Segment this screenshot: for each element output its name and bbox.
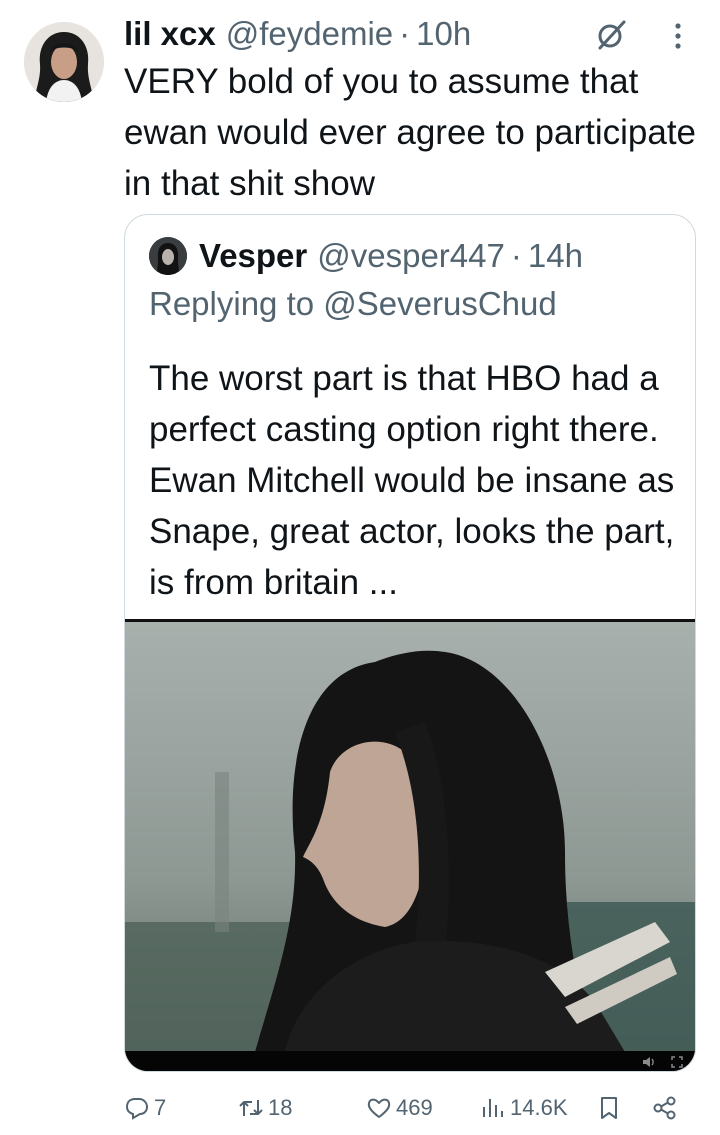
quoted-separator-dot: ·: [510, 237, 522, 274]
like-button[interactable]: 469: [366, 1088, 433, 1128]
author-avatar[interactable]: [24, 22, 104, 102]
bookmark-icon: [601, 1097, 617, 1119]
reply-icon: [125, 1098, 149, 1120]
author-avatar-image: [24, 22, 104, 102]
quoted-tweet-timestamp[interactable]: 14h: [528, 237, 583, 275]
quoted-tweet-text: The worst part is that HBO had a perfect…: [149, 359, 675, 602]
quoted-tweet-video[interactable]: [125, 619, 695, 1071]
like-count: 469: [396, 1095, 433, 1120]
brand-icon[interactable]: [594, 18, 628, 52]
share-icon: [653, 1096, 676, 1120]
reply-count: 7: [154, 1095, 167, 1120]
share-button[interactable]: [652, 1088, 678, 1128]
quoted-tweet-card[interactable]: Vesper @vesper447 · 14h Replying to @Sev…: [124, 214, 696, 1072]
tweet-timestamp[interactable]: 10h: [416, 15, 471, 53]
separator-dot: ·: [399, 15, 411, 52]
author-display-name[interactable]: lil xcx: [124, 15, 216, 53]
video-controls-bar: [125, 1051, 695, 1071]
more-icon[interactable]: [666, 20, 690, 52]
quoted-author-avatar[interactable]: [149, 237, 187, 275]
views-icon: [483, 1099, 503, 1117]
replying-to-label[interactable]: Replying to @SeverusChud: [149, 285, 557, 323]
repost-icon: [239, 1100, 263, 1116]
volume-icon[interactable]: [641, 1054, 657, 1070]
like-icon: [367, 1098, 391, 1118]
tweet-text: VERY bold of you to assume that ewan wou…: [124, 62, 697, 203]
quoted-tweet-header: Vesper @vesper447 · 14h: [199, 233, 583, 279]
tweet-header: lil xcx @feydemie · 10h: [124, 12, 471, 56]
quoted-author-avatar-image: [149, 237, 187, 275]
bookmark-button[interactable]: [596, 1088, 622, 1128]
fullscreen-icon[interactable]: [669, 1054, 685, 1070]
repost-button[interactable]: 18: [238, 1088, 292, 1128]
quoted-author-handle[interactable]: @vesper447: [317, 237, 505, 275]
tweet-action-bar: 7 18 469 14.6K: [124, 1088, 696, 1128]
views-count: 14.6K: [510, 1095, 568, 1120]
video-frame-image: [125, 622, 695, 1052]
views-button[interactable]: 14.6K: [480, 1088, 568, 1128]
quoted-author-display-name[interactable]: Vesper: [199, 237, 307, 275]
author-handle[interactable]: @feydemie: [226, 15, 393, 53]
repost-count: 18: [268, 1095, 293, 1120]
reply-button[interactable]: 7: [124, 1088, 166, 1128]
